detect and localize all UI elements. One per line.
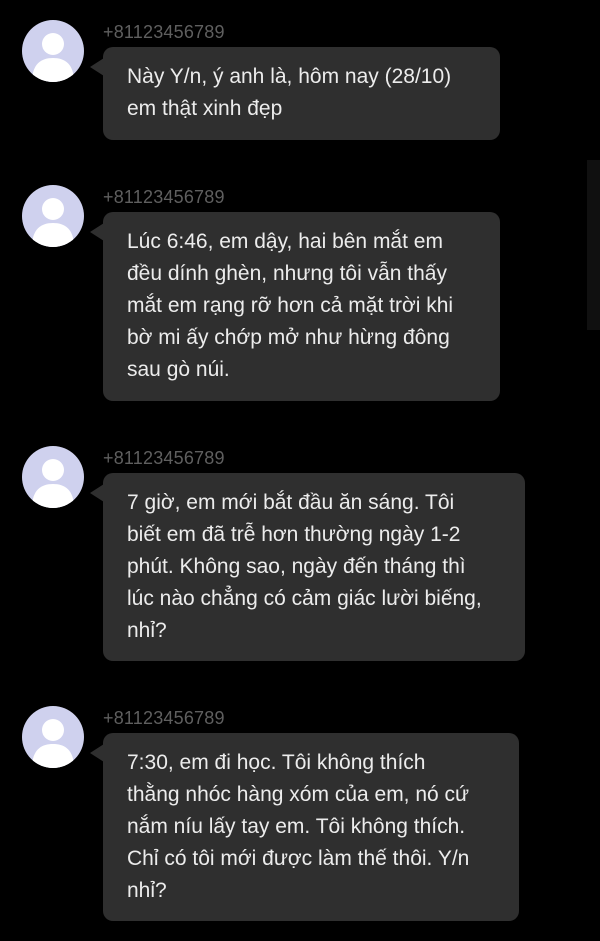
bubble-tail (90, 223, 104, 241)
message-item: +81123456789 7 giờ, em mới bắt đầu ăn sá… (0, 446, 600, 666)
avatar-icon[interactable] (22, 706, 84, 768)
message-item: +81123456789 Này Y/n, ý anh là, hôm nay … (0, 20, 600, 145)
message-text-line: biết em đã trễ hơn thường ngày 1-2 (127, 523, 461, 546)
sender-number[interactable]: +81123456789 (103, 187, 225, 208)
message-text-line: mắt em rạng rỡ hơn cả mặt trời khi (127, 294, 454, 317)
message-text-line: lúc nào chẳng có cảm giác lười biếng, (127, 587, 482, 610)
message-text-line: nhỉ? (127, 619, 167, 642)
message-thread: +81123456789 Này Y/n, ý anh là, hôm nay … (0, 0, 600, 941)
sender-number[interactable]: +81123456789 (103, 22, 225, 43)
message-text-line: Lúc 6:46, em dậy, hai bên mắt em (127, 230, 443, 253)
message-text-line: Chỉ có tôi mới được làm thế thôi. Y/n (127, 847, 470, 870)
scrollbar-track[interactable] (587, 160, 600, 330)
avatar-icon[interactable] (22, 446, 84, 508)
message-text-line: thằng nhóc hàng xóm của em, nó cứ (127, 783, 470, 806)
message-text-line: phút. Không sao, ngày đến tháng thì (127, 555, 466, 578)
bubble-tail (90, 484, 104, 502)
message-text-line: Này Y/n, ý anh là, hôm nay (28/10) (127, 65, 452, 88)
bubble-tail (90, 744, 104, 762)
sender-number[interactable]: +81123456789 (103, 448, 225, 469)
message-text-line: nắm níu lấy tay em. Tôi không thích. (127, 815, 466, 838)
avatar-icon[interactable] (22, 185, 84, 247)
sender-number[interactable]: +81123456789 (103, 708, 225, 729)
bubble-tail (90, 58, 104, 76)
message-bubble[interactable]: 7 giờ, em mới bắt đầu ăn sáng. Tôi biết … (103, 473, 525, 661)
message-text-line: 7:30, em đi học. Tôi không thích (127, 751, 426, 774)
message-item: +81123456789 Lúc 6:46, em dậy, hai bên m… (0, 185, 600, 405)
message-text-line: sau gò núi. (127, 358, 230, 381)
message-text-line: nhỉ? (127, 879, 167, 902)
message-text-line: 7 giờ, em mới bắt đầu ăn sáng. Tôi (127, 491, 455, 514)
avatar-icon[interactable] (22, 20, 84, 82)
message-item: +81123456789 7:30, em đi học. Tôi không … (0, 706, 600, 926)
message-text-line: bờ mi ấy chớp mở như hừng đông (127, 326, 450, 349)
message-text-line: em thật xinh đẹp (127, 97, 283, 120)
message-bubble[interactable]: Này Y/n, ý anh là, hôm nay (28/10) em th… (103, 47, 500, 140)
message-bubble[interactable]: Lúc 6:46, em dậy, hai bên mắt em đều dín… (103, 212, 500, 401)
message-bubble[interactable]: 7:30, em đi học. Tôi không thích thằng n… (103, 733, 519, 921)
message-text-line: đều dính ghèn, nhưng tôi vẫn thấy (127, 262, 447, 285)
